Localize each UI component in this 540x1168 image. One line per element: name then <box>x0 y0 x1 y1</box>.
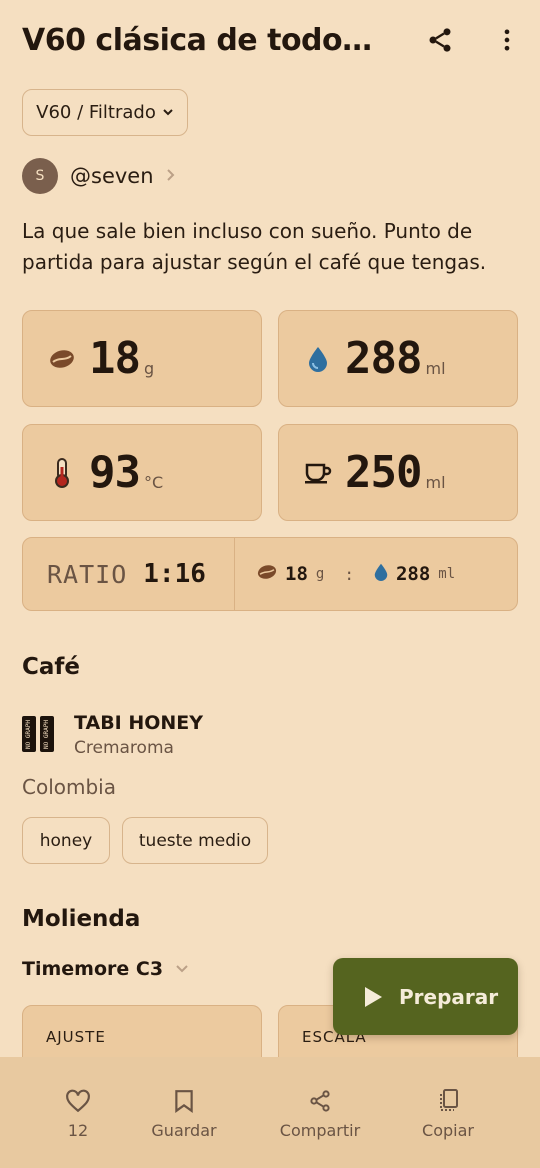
coffee-item[interactable]: NO GRAPH NO GRAPH TABI HONEY Cremaroma <box>22 712 203 758</box>
bottom-action-bar: 12 Guardar Compartir Copiar <box>0 1057 540 1168</box>
copy-icon <box>437 1087 459 1115</box>
chevron-right-icon <box>166 166 176 187</box>
grind-section-title: Molienda <box>22 906 141 932</box>
temperature-value: 93 <box>89 447 141 498</box>
coffee-roaster: Cremaroma <box>74 738 174 758</box>
save-button[interactable]: Guardar <box>144 1057 224 1168</box>
temperature-unit: °C <box>143 473 164 492</box>
stat-yield: 250 ml <box>278 424 518 521</box>
coffee-origin: Colombia <box>22 775 116 799</box>
like-button[interactable]: 12 <box>48 1057 108 1168</box>
app-header: V60 clásica de todos los días <box>0 0 540 80</box>
ratio-label: RATIO <box>47 559 128 589</box>
ratio-card: RATIO 1:16 18 g : 288 ml <box>22 537 518 611</box>
ratio-value: 1:16 <box>143 559 206 589</box>
share-icon[interactable] <box>422 22 458 58</box>
save-label: Guardar <box>151 1121 217 1140</box>
thermometer-icon <box>47 457 77 488</box>
like-count: 12 <box>67 1121 89 1140</box>
share-label: Compartir <box>279 1121 361 1140</box>
share-button[interactable]: Compartir <box>270 1057 370 1168</box>
coffee-name: TABI HONEY <box>74 712 204 734</box>
ratio-separator: : <box>344 564 354 584</box>
author-link[interactable]: S @seven <box>22 158 176 194</box>
yield-unit: ml <box>425 473 446 492</box>
copy-label: Copiar <box>422 1121 474 1140</box>
bookmark-icon <box>174 1087 194 1115</box>
roaster-logo: NO GRAPH NO GRAPH <box>22 716 60 756</box>
ratio-dose-value: 18 <box>285 563 308 585</box>
tag-chip[interactable]: honey <box>22 817 110 864</box>
author-username: @seven <box>70 164 154 188</box>
dose-unit: g <box>143 359 155 378</box>
play-icon <box>363 986 383 1008</box>
coffee-cup-icon <box>303 458 333 488</box>
method-dropdown[interactable]: V60 / Filtrado <box>22 89 188 136</box>
grind-setting-label: AJUSTE <box>46 1028 106 1046</box>
method-label: V60 / Filtrado <box>36 102 156 123</box>
recipe-description: La que sale bien incluso con sueño. Punt… <box>22 219 487 274</box>
water-drop-icon <box>374 563 388 585</box>
chevron-down-icon <box>162 102 174 123</box>
stat-water: 288 ml <box>278 310 518 407</box>
dose-value: 18 <box>89 333 141 384</box>
water-drop-icon <box>303 344 333 374</box>
prepare-label: Preparar <box>399 984 499 1009</box>
ratio-water-value: 288 <box>395 563 431 585</box>
yield-value: 250 <box>345 447 422 498</box>
prepare-button[interactable]: Preparar <box>333 958 518 1035</box>
stat-dose: 18 g <box>22 310 262 407</box>
share-icon <box>308 1087 332 1115</box>
avatar: S <box>22 158 58 194</box>
water-unit: ml <box>425 359 446 378</box>
tag-chip[interactable]: tueste medio <box>122 817 268 864</box>
grinder-dropdown[interactable]: Timemore C3 <box>22 958 189 980</box>
coffee-bean-icon <box>257 564 277 584</box>
coffee-section-title: Café <box>22 654 81 680</box>
chevron-down-icon <box>175 960 189 978</box>
heart-icon <box>65 1087 91 1115</box>
ratio-water-unit: ml <box>438 566 456 582</box>
page-title: V60 clásica de todos los días <box>22 22 382 58</box>
water-value: 288 <box>345 333 422 384</box>
ratio-dose-unit: g <box>315 566 325 582</box>
grinder-name: Timemore C3 <box>22 958 164 980</box>
more-vert-icon[interactable] <box>489 22 525 58</box>
stat-temperature: 93 °C <box>22 424 262 521</box>
copy-button[interactable]: Copiar <box>413 1057 483 1168</box>
coffee-bean-icon <box>47 344 77 374</box>
